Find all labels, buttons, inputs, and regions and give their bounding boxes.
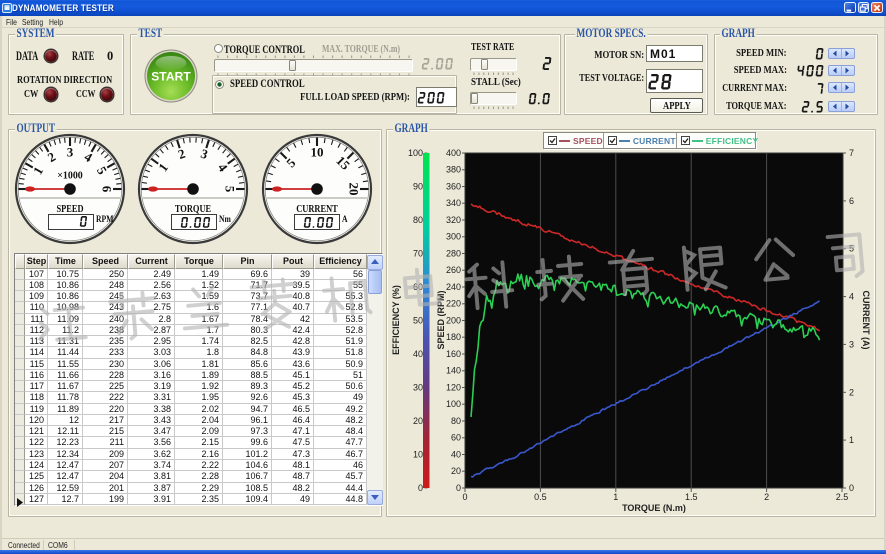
svg-text:1: 1 [849, 435, 854, 445]
svg-text:0: 0 [849, 483, 854, 493]
svg-text:100: 100 [408, 148, 423, 158]
svg-text:360: 360 [446, 181, 461, 191]
svg-text:SPEED (RPM): SPEED (RPM) [436, 290, 446, 349]
svg-text:100: 100 [446, 399, 461, 409]
svg-text:EFFICIENCY (%): EFFICIENCY (%) [391, 285, 401, 355]
svg-text:0.5: 0.5 [534, 492, 547, 502]
svg-text:200: 200 [446, 315, 461, 325]
svg-text:340: 340 [446, 198, 461, 208]
svg-text:TORQUE (N.m): TORQUE (N.m) [622, 503, 686, 513]
svg-text:CURRENT (A): CURRENT (A) [861, 291, 871, 350]
svg-text:40: 40 [451, 449, 461, 459]
svg-text:0: 0 [462, 492, 467, 502]
svg-text:1.5: 1.5 [685, 492, 698, 502]
svg-text:1: 1 [613, 492, 618, 502]
svg-text:90: 90 [413, 181, 423, 191]
svg-text:30: 30 [413, 382, 423, 392]
svg-text:400: 400 [446, 148, 461, 158]
svg-text:120: 120 [446, 382, 461, 392]
svg-text:40: 40 [413, 349, 423, 359]
svg-text:160: 160 [446, 349, 461, 359]
svg-text:280: 280 [446, 248, 461, 258]
svg-text:240: 240 [446, 282, 461, 292]
svg-text:60: 60 [451, 433, 461, 443]
svg-text:20: 20 [451, 466, 461, 476]
svg-text:320: 320 [446, 215, 461, 225]
svg-text:180: 180 [446, 332, 461, 342]
svg-text:2.5: 2.5 [836, 492, 849, 502]
svg-text:10: 10 [413, 449, 423, 459]
svg-text:80: 80 [413, 215, 423, 225]
svg-text:4: 4 [849, 292, 854, 302]
svg-text:3: 3 [849, 339, 854, 349]
svg-text:50: 50 [413, 315, 423, 325]
svg-text:380: 380 [446, 165, 461, 175]
svg-text:0: 0 [456, 483, 461, 493]
svg-text:70: 70 [413, 248, 423, 258]
svg-text:260: 260 [446, 265, 461, 275]
svg-text:2: 2 [849, 387, 854, 397]
svg-text:0: 0 [418, 483, 423, 493]
svg-text:220: 220 [446, 299, 461, 309]
svg-text:6: 6 [849, 196, 854, 206]
svg-text:60: 60 [413, 282, 423, 292]
svg-text:5: 5 [849, 244, 854, 254]
svg-text:7: 7 [849, 148, 854, 158]
svg-text:140: 140 [446, 366, 461, 376]
svg-text:300: 300 [446, 232, 461, 242]
svg-text:20: 20 [413, 416, 423, 426]
svg-text:80: 80 [451, 416, 461, 426]
svg-text:2: 2 [764, 492, 769, 502]
